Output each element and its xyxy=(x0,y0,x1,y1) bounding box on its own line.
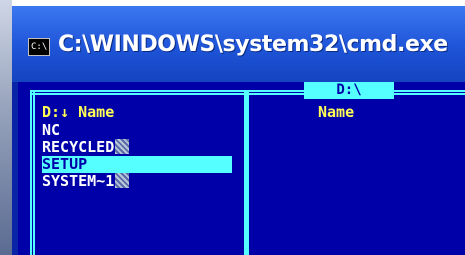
file-entry-nc[interactable]: NC xyxy=(42,122,228,139)
title-bar[interactable]: C:\ C:\WINDOWS\system32\cmd.exe xyxy=(12,0,465,82)
file-entry-system-1[interactable]: SYSTEM~1 xyxy=(42,173,228,190)
left-column-header[interactable]: D:↓ Name xyxy=(42,104,114,120)
hidden-attribute-marker xyxy=(115,173,130,188)
cmd-window[interactable]: C:\ C:\WINDOWS\system32\cmd.exe D:\ D:↓ … xyxy=(12,0,465,255)
hidden-attribute-marker xyxy=(115,139,130,154)
file-name: SYSTEM~1 xyxy=(42,172,115,190)
desktop-background xyxy=(0,0,12,255)
panel-path-tag[interactable]: D:\ xyxy=(304,82,394,99)
right-column-header[interactable]: Name xyxy=(318,104,354,120)
console-app-icon[interactable]: C:\ xyxy=(28,38,50,56)
file-entry-setup[interactable]: SETUP xyxy=(42,156,232,173)
file-name: SETUP xyxy=(42,155,88,173)
panel-frame-left xyxy=(30,90,35,255)
file-name: RECYCLED xyxy=(42,138,115,156)
window-title: C:\WINDOWS\system32\cmd.exe xyxy=(58,32,448,57)
console-area[interactable]: D:\ D:↓ Name Name NC RECYCLED SETUP SYST… xyxy=(18,82,465,255)
panel-frame-separator xyxy=(246,90,249,255)
file-name: NC xyxy=(42,121,61,139)
file-entry-recycled[interactable]: RECYCLED xyxy=(42,139,228,156)
